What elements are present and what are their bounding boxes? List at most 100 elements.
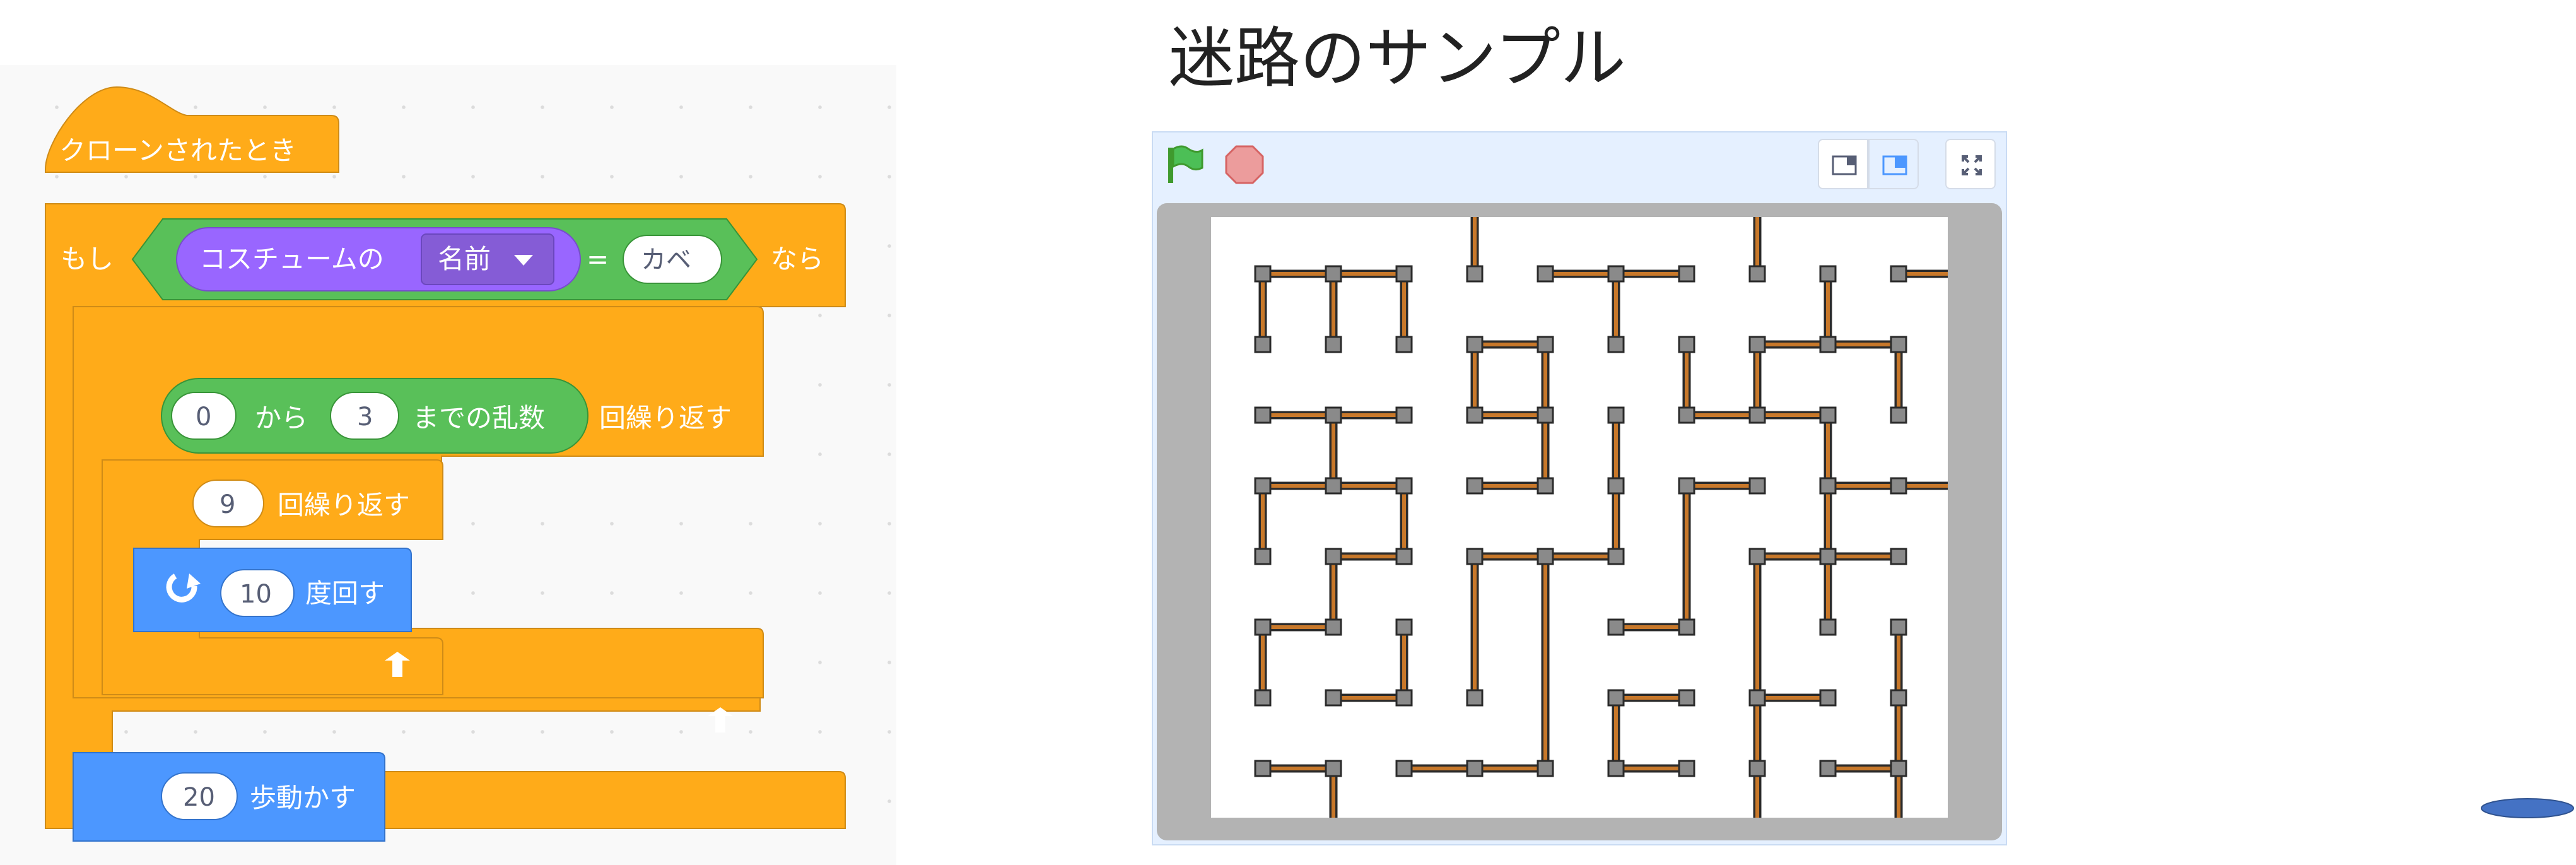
maze-joint: [1748, 477, 1766, 495]
maze-joint: [1678, 265, 1695, 283]
maze-joint: [1254, 618, 1272, 636]
green-flag-icon[interactable]: [1163, 143, 1207, 187]
maze-joint: [1748, 760, 1766, 777]
turn-block[interactable]: 10 度回す: [133, 548, 412, 632]
maze-joint: [1466, 689, 1484, 707]
maze-joint: [1607, 265, 1625, 283]
maze-joint: [1537, 265, 1554, 283]
equals-symbol: =: [587, 244, 609, 274]
stop-icon[interactable]: [1224, 144, 1265, 185]
maze-joint: [1890, 548, 1907, 565]
if-label: もし: [61, 244, 114, 274]
maze-joint: [1890, 265, 1907, 283]
maze-joint: [1819, 760, 1837, 777]
random-to-value: 3: [357, 403, 373, 432]
fullscreen-icon: [1962, 155, 1982, 175]
maze-joint: [1678, 760, 1695, 777]
stage-frame: [1157, 203, 2002, 840]
normal-stage-button[interactable]: [1868, 139, 1919, 189]
clone-hat-block[interactable]: クローンされたとき: [45, 86, 339, 173]
maze-joint: [1395, 760, 1413, 777]
move-value: 20: [183, 783, 215, 812]
maze-joint: [1819, 336, 1837, 353]
inner-repeat-value: 9: [220, 490, 235, 519]
maze-joint: [1748, 548, 1766, 565]
blue-ellipse-shape: [2481, 798, 2574, 818]
then-label: なら: [771, 244, 824, 274]
equals-value: カベ: [641, 245, 691, 274]
maze-joint: [1890, 760, 1907, 777]
fullscreen-button[interactable]: [1945, 139, 1996, 189]
equals-operator[interactable]: コスチュームの 名前 = カベ: [131, 218, 758, 300]
maze-joint: [1819, 265, 1837, 283]
maze-joint: [1607, 336, 1625, 353]
maze-joint: [1466, 336, 1484, 353]
maze-joint: [1607, 477, 1625, 495]
maze-joint: [1466, 760, 1484, 777]
maze-joint: [1890, 689, 1907, 707]
move-block[interactable]: 20 歩動かす: [73, 752, 385, 842]
small-stage-button[interactable]: [1818, 139, 1868, 189]
maze-joint: [1325, 336, 1342, 353]
maze-joint: [1325, 265, 1342, 283]
random-from-label: から: [255, 403, 308, 433]
maze-joint: [1395, 689, 1413, 707]
maze-joint: [1325, 477, 1342, 495]
maze-joint: [1395, 548, 1413, 565]
maze-joint: [1395, 336, 1413, 353]
maze-joint: [1325, 689, 1342, 707]
maze-joint: [1466, 548, 1484, 565]
random-to-label: までの乱数: [413, 403, 545, 433]
maze: [1254, 217, 1948, 818]
maze-joint: [1466, 265, 1484, 283]
stage-header: [1153, 132, 2006, 198]
random-operator[interactable]: 0 から 3 までの乱数: [161, 378, 588, 454]
maze-joint: [1819, 548, 1837, 565]
maze-joint: [1678, 336, 1695, 353]
costume-reporter-label: コスチュームの: [199, 244, 384, 274]
random-from-value: 0: [196, 403, 211, 432]
maze-joint: [1537, 336, 1554, 353]
maze-joint: [1748, 265, 1766, 283]
maze-joint: [1748, 336, 1766, 353]
maze-joint: [1890, 477, 1907, 495]
code-area[interactable]: クローンされたとき もし なら コスチュームの 名前 = カベ 回繰り返す 0 …: [0, 65, 896, 865]
maze-joint: [1466, 477, 1484, 495]
maze-joint: [1678, 618, 1695, 636]
maze-joint: [1325, 548, 1342, 565]
maze-joint: [1395, 265, 1413, 283]
maze-joint: [1678, 406, 1695, 424]
turn-value: 10: [240, 580, 272, 609]
costume-dropdown-value: 名前: [438, 244, 491, 274]
maze-joint: [1890, 618, 1907, 636]
small-stage-icon: [1832, 155, 1857, 175]
maze-joint: [1254, 336, 1272, 353]
move-label: 歩動かす: [250, 782, 356, 813]
maze-joint: [1254, 548, 1272, 565]
maze-joint: [1678, 689, 1695, 707]
maze-joint: [1537, 548, 1554, 565]
maze-joint: [1678, 477, 1695, 495]
maze-joint: [1607, 689, 1625, 707]
maze-joint: [1819, 618, 1837, 636]
maze-joint: [1748, 689, 1766, 707]
inner-repeat-label: 回繰り返す: [278, 490, 410, 521]
maze-joint: [1748, 406, 1766, 424]
maze-joint: [1537, 760, 1554, 777]
screen: クローンされたとき もし なら コスチュームの 名前 = カベ 回繰り返す 0 …: [0, 0, 2576, 865]
maze-joint: [1537, 406, 1554, 424]
page-heading: 迷路のサンプル: [1169, 20, 1626, 97]
code-script: クローンされたとき もし なら コスチュームの 名前 = カベ 回繰り返す 0 …: [45, 86, 846, 842]
maze-joint: [1254, 406, 1272, 424]
stage-canvas[interactable]: [1211, 217, 1948, 818]
maze-joint: [1607, 760, 1625, 777]
maze-joint: [1466, 406, 1484, 424]
maze-joint: [1607, 548, 1625, 565]
maze-joint: [1254, 477, 1272, 495]
maze-joint: [1254, 760, 1272, 777]
maze-joint: [1395, 406, 1413, 424]
outer-repeat-label: 回繰り返す: [599, 403, 732, 433]
maze-joint: [1890, 336, 1907, 353]
maze-joint: [1395, 618, 1413, 636]
maze-joint: [1890, 406, 1907, 424]
